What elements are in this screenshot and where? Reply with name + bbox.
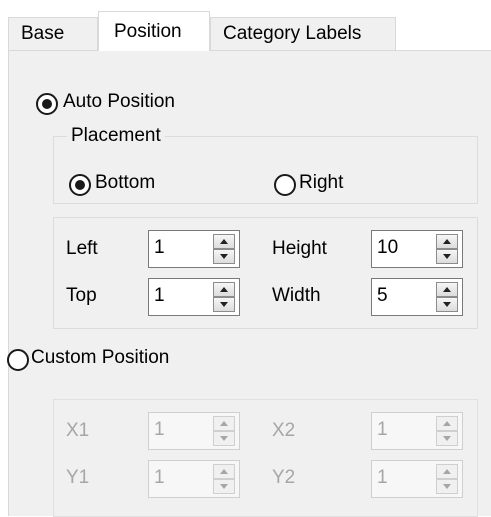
arrow-up-icon bbox=[220, 421, 228, 426]
y1-increment-button[interactable] bbox=[213, 464, 235, 479]
arrow-up-icon bbox=[443, 287, 451, 292]
top-increment-button[interactable] bbox=[213, 282, 235, 297]
width-decrement-button[interactable] bbox=[436, 297, 458, 312]
tab-position-label: Position bbox=[114, 21, 182, 42]
y2-label: Y2 bbox=[272, 467, 296, 488]
x2-increment-button[interactable] bbox=[436, 416, 458, 431]
y2-increment-button[interactable] bbox=[436, 464, 458, 479]
x2-value: 1 bbox=[377, 419, 388, 440]
auto-position-radio[interactable] bbox=[36, 93, 58, 115]
arrow-down-icon bbox=[443, 302, 451, 307]
width-spinner[interactable]: 5 bbox=[371, 278, 463, 316]
placement-right-label: Right bbox=[299, 172, 344, 193]
y1-value: 1 bbox=[154, 467, 165, 488]
height-increment-button[interactable] bbox=[436, 234, 458, 249]
top-label: Top bbox=[66, 285, 97, 306]
custom-position-label: Custom Position bbox=[31, 347, 170, 368]
x2-decrement-button[interactable] bbox=[436, 431, 458, 446]
x1-spinner[interactable]: 1 bbox=[148, 412, 240, 450]
y2-spinner[interactable]: 1 bbox=[371, 460, 463, 498]
x1-decrement-button[interactable] bbox=[213, 431, 235, 446]
x1-label: X1 bbox=[66, 420, 90, 441]
arrow-up-icon bbox=[443, 421, 451, 426]
x2-label: X2 bbox=[272, 420, 296, 441]
tab-base-label: Base bbox=[21, 23, 65, 44]
arrow-up-icon bbox=[443, 239, 451, 244]
tab-base[interactable]: Base bbox=[8, 17, 98, 50]
tab-position[interactable]: Position bbox=[98, 11, 210, 51]
y2-decrement-button[interactable] bbox=[436, 479, 458, 494]
placement-group-title: Placement bbox=[67, 125, 165, 147]
left-spinner[interactable]: 1 bbox=[148, 230, 240, 268]
left-increment-button[interactable] bbox=[213, 234, 235, 249]
left-decrement-button[interactable] bbox=[213, 249, 235, 264]
tab-strip: Base Position Category Labels bbox=[0, 0, 491, 51]
x1-increment-button[interactable] bbox=[213, 416, 235, 431]
arrow-down-icon bbox=[220, 302, 228, 307]
position-panel: Auto Position Placement Bottom Right Lef… bbox=[7, 50, 491, 517]
x2-spinner[interactable]: 1 bbox=[371, 412, 463, 450]
placement-bottom-radio[interactable] bbox=[69, 174, 91, 196]
arrow-up-icon bbox=[443, 469, 451, 474]
arrow-up-icon bbox=[220, 287, 228, 292]
arrow-up-icon bbox=[220, 469, 228, 474]
y1-spinner[interactable]: 1 bbox=[148, 460, 240, 498]
auto-position-label: Auto Position bbox=[63, 91, 175, 112]
x1-value: 1 bbox=[154, 419, 165, 440]
width-increment-button[interactable] bbox=[436, 282, 458, 297]
arrow-down-icon bbox=[443, 484, 451, 489]
tab-category-labels-label: Category Labels bbox=[223, 23, 362, 44]
placement-right-radio[interactable] bbox=[274, 174, 296, 196]
tab-category-labels[interactable]: Category Labels bbox=[210, 17, 396, 50]
y2-value: 1 bbox=[377, 467, 388, 488]
y1-decrement-button[interactable] bbox=[213, 479, 235, 494]
height-spinner[interactable]: 10 bbox=[371, 230, 463, 268]
width-value: 5 bbox=[377, 285, 388, 306]
height-label: Height bbox=[272, 238, 327, 259]
height-value: 10 bbox=[377, 237, 399, 258]
height-decrement-button[interactable] bbox=[436, 249, 458, 264]
top-spinner[interactable]: 1 bbox=[148, 278, 240, 316]
arrow-down-icon bbox=[443, 436, 451, 441]
y1-label: Y1 bbox=[66, 467, 90, 488]
left-label: Left bbox=[66, 238, 98, 259]
left-value: 1 bbox=[154, 237, 165, 258]
arrow-down-icon bbox=[220, 254, 228, 259]
top-value: 1 bbox=[154, 285, 165, 306]
arrow-down-icon bbox=[220, 436, 228, 441]
arrow-up-icon bbox=[220, 239, 228, 244]
arrow-down-icon bbox=[220, 484, 228, 489]
top-decrement-button[interactable] bbox=[213, 297, 235, 312]
placement-bottom-label: Bottom bbox=[95, 172, 156, 193]
custom-position-radio[interactable] bbox=[7, 349, 29, 371]
width-label: Width bbox=[272, 285, 321, 306]
arrow-down-icon bbox=[443, 254, 451, 259]
